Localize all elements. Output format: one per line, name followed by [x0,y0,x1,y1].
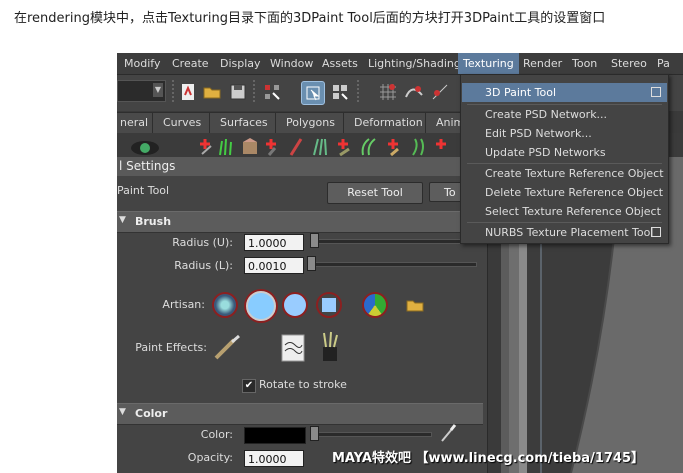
caption: 在rendering模块中，点击Texturing目录下面的3DPaint To… [14,11,606,26]
radius-u-label: Radius (U): [172,236,233,249]
color-label: Color: [200,428,233,441]
menu-item-edit-psd-network[interactable]: Edit PSD Network... [462,124,667,143]
rope-brush-icon[interactable] [287,136,305,156]
menu-set-dropdown[interactable]: ▼ [117,80,166,102]
select-component-icon[interactable] [329,81,351,103]
rotate-to-stroke-label: Rotate to stroke [259,378,347,391]
hard-brush-icon[interactable] [246,291,276,321]
menu-display[interactable]: Display [215,53,266,74]
radius-l-label: Radius (L): [174,259,233,272]
menu-item-create-psd-network[interactable]: Create PSD Network... [462,105,667,124]
eye-icon[interactable] [129,136,161,156]
menu-stereo[interactable]: Stereo [606,53,652,74]
menu-item-create-texture-reference-object[interactable]: Create Texture Reference Object [462,164,667,183]
radius-u-slider-handle[interactable] [310,233,319,248]
color-slider-handle[interactable] [310,426,319,441]
menu-bar: Modify Create Display Window Assets Ligh… [117,53,683,75]
menu-assets[interactable]: Assets [317,53,363,74]
snap-grid-icon[interactable] [377,81,399,103]
menu-render[interactable]: Render [518,53,567,74]
color-slider[interactable] [310,432,432,437]
tool-settings-header: Paint Tool Reset Tool To [117,176,487,209]
paint-plus-icon[interactable] [197,136,215,156]
paint-plus-2-icon[interactable] [263,136,281,156]
collapse-triangle-icon: ▼ [119,407,126,417]
color-frame-header[interactable]: ▼ Color [117,403,483,425]
toolbar-separator [253,80,255,104]
brush-pot-icon[interactable] [317,331,343,363]
menu-create[interactable]: Create [167,53,214,74]
tab-deformation[interactable]: Deformation [343,112,434,133]
menu-modify[interactable]: Modify [119,53,165,74]
tool-settings-panel: ▼ Brush Radius (U): 1.0000 Radius (L): 0… [117,209,487,473]
menu-item-delete-texture-reference-object[interactable]: Delete Texture Reference Object [462,183,667,202]
menu-lighting-shading[interactable]: Lighting/Shading [363,53,466,74]
menu-texturing[interactable]: Texturing [458,53,519,74]
tab-curves[interactable]: Curves [152,112,213,133]
save-scene-icon[interactable] [227,81,249,103]
maya-window: Modify Create Display Window Assets Ligh… [117,53,683,473]
radius-u-field[interactable]: 1.0000 [244,234,304,251]
paint-plus-5-icon[interactable] [433,136,451,156]
menu-pa[interactable]: Pa [652,53,675,74]
solid-brush-icon[interactable] [282,292,308,318]
tab-surfaces[interactable]: Surfaces [209,112,279,133]
opacity-field[interactable]: 1.0000 [244,450,304,467]
texture-brush-icon[interactable] [241,136,259,156]
snap-point-icon[interactable] [429,81,451,103]
vine-brush-icon[interactable] [409,136,427,156]
soft-brush-icon[interactable] [212,292,238,318]
paint-plus-3-icon[interactable] [335,136,353,157]
radius-l-slider[interactable] [310,262,477,267]
toolbar-separator [357,80,359,104]
select-object-icon[interactable] [301,81,325,105]
menu-item-3d-paint-tool[interactable]: 3D Paint Tool [462,83,667,102]
paint-effects-label: Paint Effects: [135,341,207,354]
new-scene-icon[interactable] [177,81,199,103]
square-brush-icon[interactable] [316,292,342,318]
tool-name: Paint Tool [117,184,170,197]
radius-l-slider-handle[interactable] [307,256,316,271]
brush-header: Brush [135,215,172,228]
option-box-icon[interactable] [651,87,661,97]
tool-settings-title: l Settings [117,157,489,176]
reset-tool-button[interactable]: Reset Tool [327,182,423,204]
brush-frame-header[interactable]: ▼ Brush [117,211,483,233]
stroke-template-icon[interactable] [280,333,306,363]
menu-item-nurbs-texture-placement-tool[interactable]: NURBS Texture Placement Tool [462,223,667,242]
select-hierarchy-icon[interactable] [261,81,283,103]
paint-plus-4-icon[interactable] [385,136,403,157]
color-swatch[interactable] [244,427,306,444]
rotate-to-stroke-checkbox[interactable]: ✔ [242,379,256,393]
toolbar-separator [172,80,174,104]
artisan-label: Artisan: [162,298,205,311]
snap-curve-icon[interactable] [403,81,425,103]
radius-u-slider[interactable] [310,239,477,244]
open-scene-icon[interactable] [201,81,223,103]
chevron-down-icon: ▼ [153,83,163,97]
file-brush-icon[interactable] [362,292,388,318]
watermark: MAYA特效吧 【www.linecg.com/tieba/1745】 [332,451,645,466]
fur-brush-icon[interactable] [311,136,329,156]
menu-item-update-psd-networks[interactable]: Update PSD Networks [462,143,667,162]
menu-window[interactable]: Window [265,53,318,74]
opacity-label: Opacity: [187,451,233,464]
folder-icon[interactable] [406,298,424,312]
paint-brush-icon[interactable] [212,334,242,362]
collapse-triangle-icon: ▼ [119,215,126,225]
ribbon-brush-icon[interactable] [359,136,377,156]
color-header: Color [135,407,168,420]
menu-toon[interactable]: Toon [567,53,602,74]
tab-polygons[interactable]: Polygons [275,112,346,133]
option-box-icon[interactable] [651,227,661,237]
radius-l-field[interactable]: 0.0010 [244,257,304,274]
texturing-menu: 3D Paint Tool Create PSD Network... Edit… [460,74,669,244]
grass-brush-icon[interactable] [217,136,235,156]
eyedropper-icon[interactable] [439,422,457,444]
menu-item-select-texture-reference-object[interactable]: Select Texture Reference Object [462,202,667,221]
